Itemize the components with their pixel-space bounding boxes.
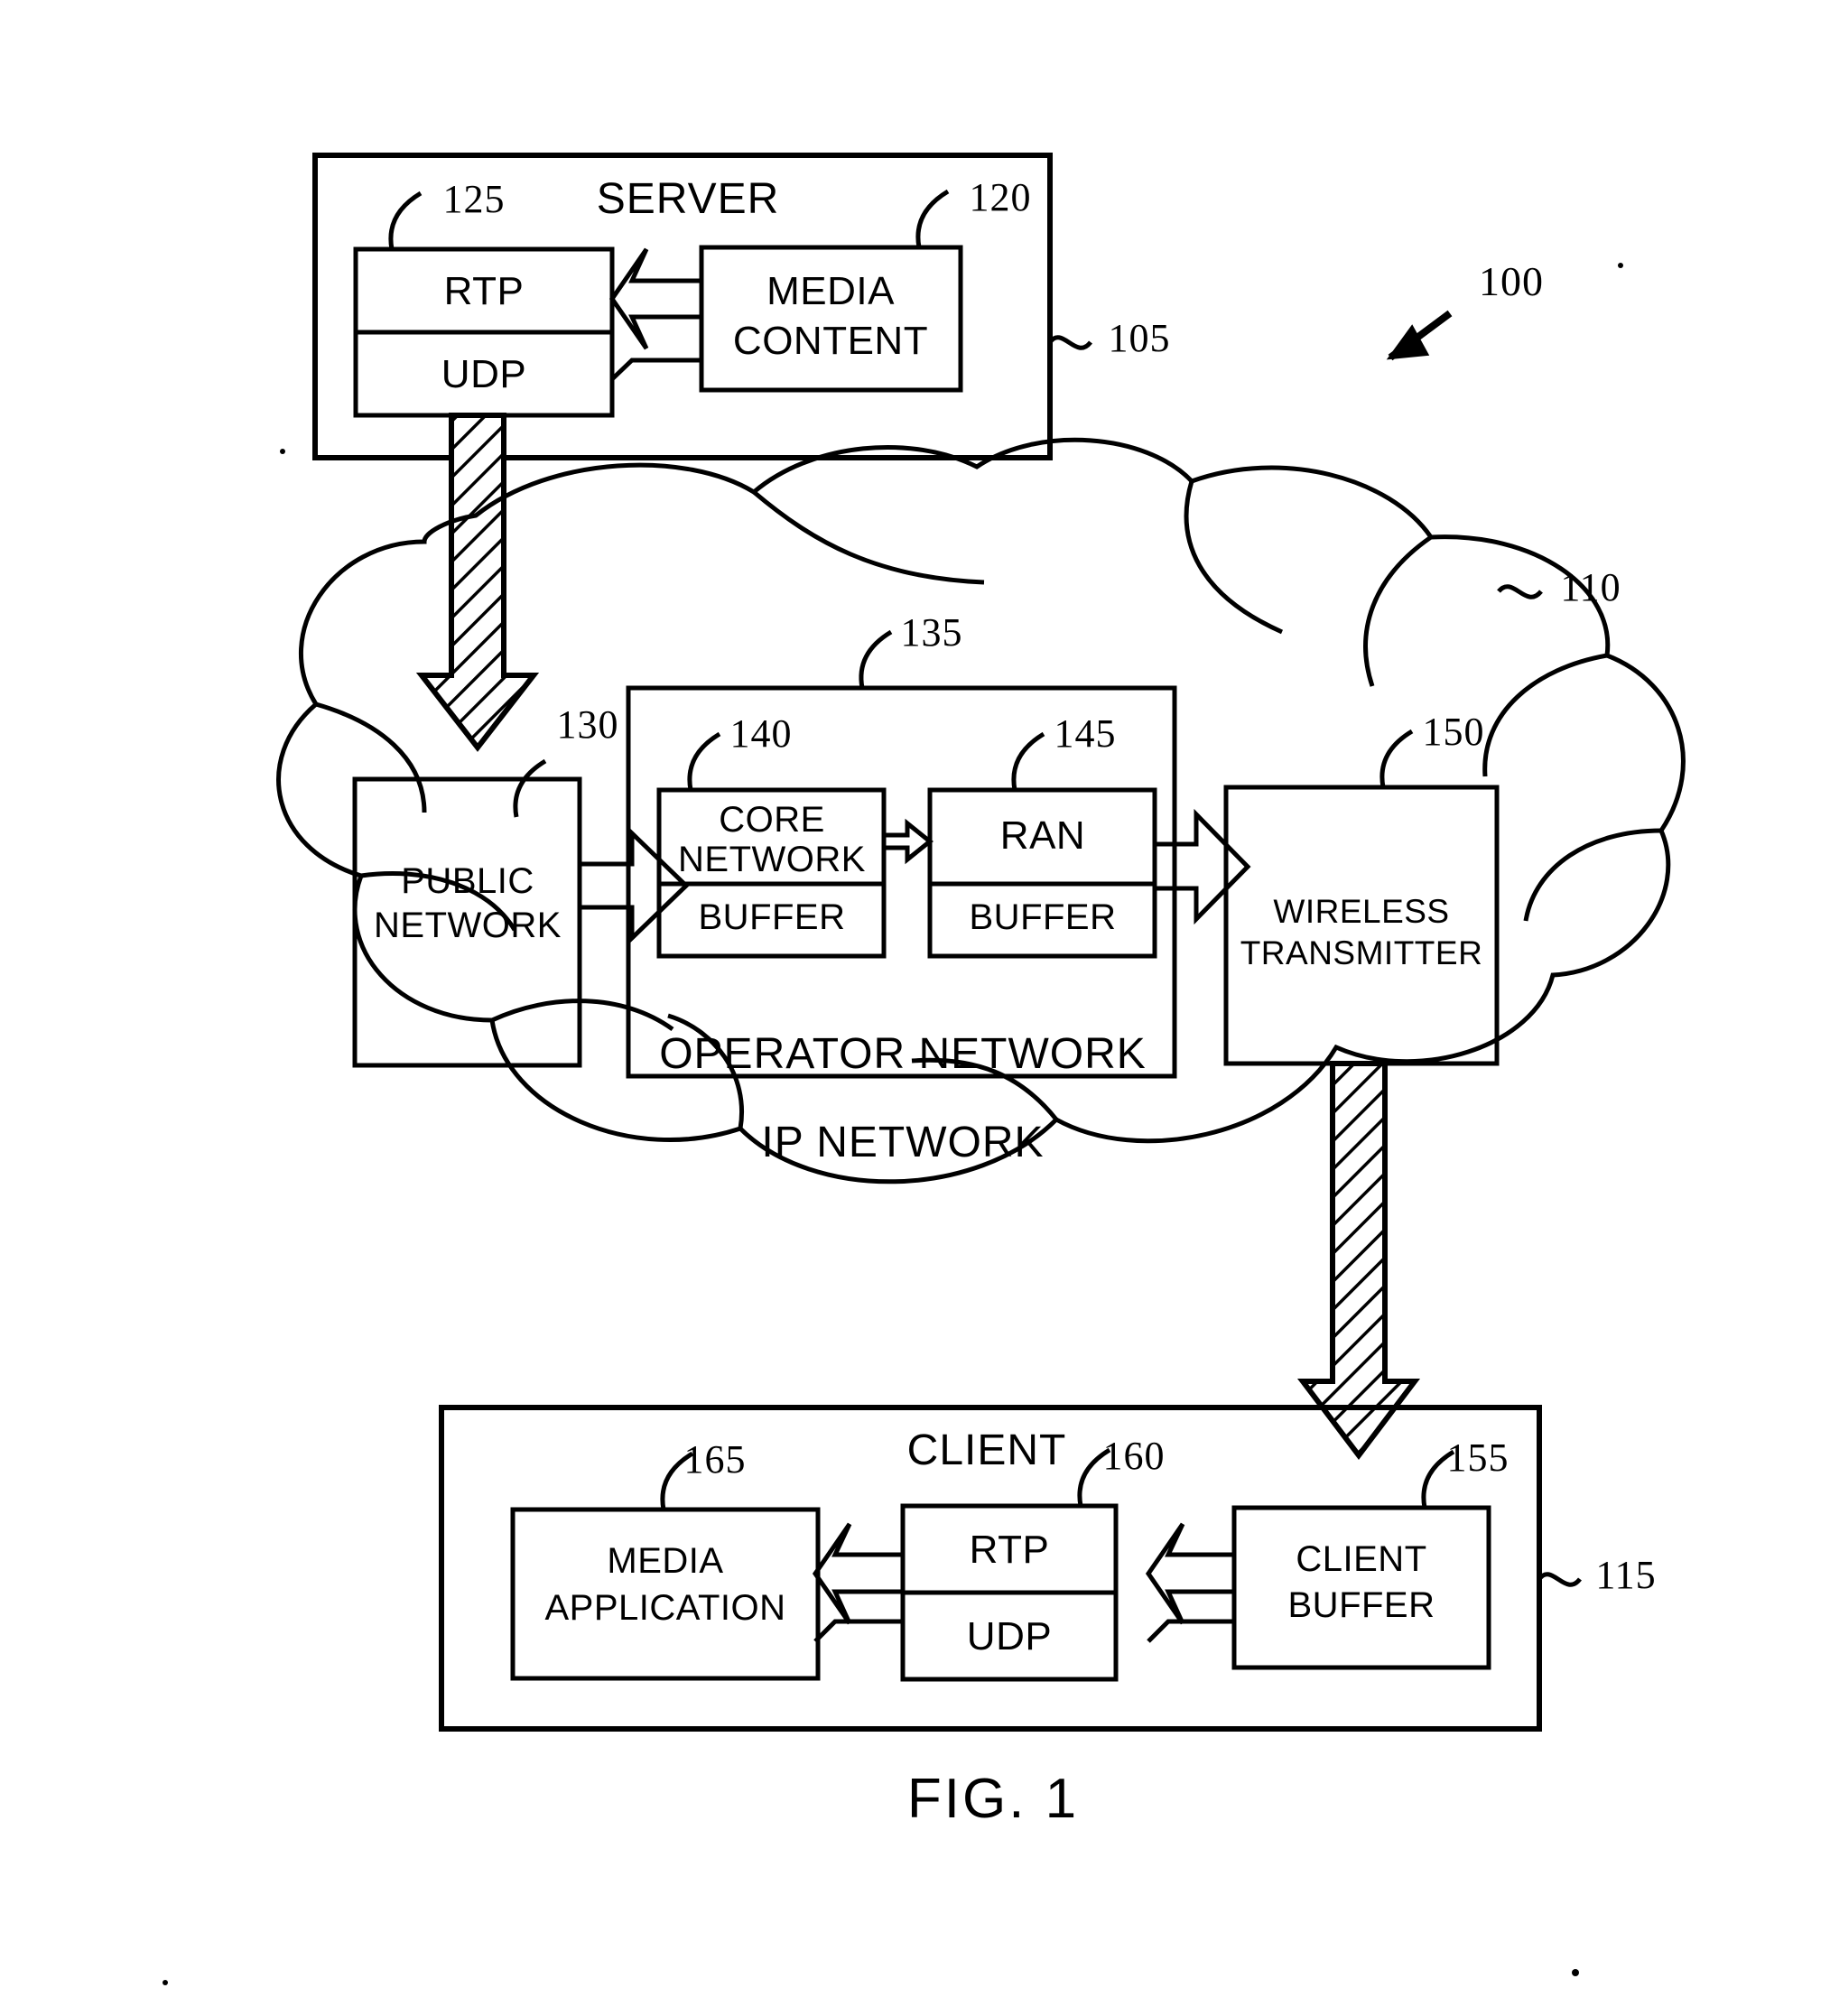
leader-130 xyxy=(513,758,547,818)
ref-120: 120 xyxy=(969,175,1032,219)
leader-145 xyxy=(1011,731,1045,791)
ref-145: 145 xyxy=(1054,711,1117,756)
client-rtp-to-mediaapp-connector xyxy=(812,1522,903,1625)
media-application-label-1: MEDIA xyxy=(607,1541,724,1581)
client-udp-to-mediaapp-connector xyxy=(813,1619,903,1643)
patent-figure: SERVER 125 120 105 RTP UDP MEDIA CONTENT… xyxy=(0,0,1830,2016)
media-application-label-2: APPLICATION xyxy=(544,1588,786,1628)
client-buffer-label-2: BUFFER xyxy=(1287,1585,1435,1625)
server-udp-label: UDP xyxy=(441,352,527,396)
leader-115 xyxy=(1537,1572,1582,1587)
leader-120 xyxy=(915,189,950,248)
server-to-public-network-hatched-arrow xyxy=(415,413,540,752)
client-udp-label: UDP xyxy=(966,1614,1053,1658)
leader-150 xyxy=(1379,729,1414,788)
client-rtp-label: RTP xyxy=(969,1528,1050,1572)
corenet-to-ran-connector xyxy=(884,818,934,865)
leader-140 xyxy=(687,731,721,791)
ref-110: 110 xyxy=(1560,565,1621,609)
server-mediacontent-to-udp-connector xyxy=(610,358,701,381)
ran-to-wirelesstx-connector xyxy=(1155,808,1251,925)
figure-caption: FIG. 1 xyxy=(906,1768,1080,1830)
ref-100: 100 xyxy=(1479,258,1544,304)
leader-135 xyxy=(859,629,893,689)
server-rtp-label: RTP xyxy=(443,269,525,313)
leader-105 xyxy=(1047,335,1092,350)
server-mediacontent-to-rtp-connector xyxy=(608,247,701,350)
ref-165: 165 xyxy=(683,1437,747,1482)
ran-label: RAN xyxy=(999,813,1086,858)
ran-buffer-label: BUFFER xyxy=(969,897,1117,937)
server-media-content-label-2: CONTENT xyxy=(732,319,929,363)
clientbuffer-to-udp-connector xyxy=(1147,1619,1234,1643)
server-title: SERVER xyxy=(596,175,780,223)
core-network-buffer-label: BUFFER xyxy=(698,897,846,937)
operator-network-label: OPERATOR NETWORK xyxy=(659,1030,1147,1078)
ip-network-label: IP NETWORK xyxy=(761,1119,1045,1166)
client-title: CLIENT xyxy=(906,1426,1067,1474)
wirelesstx-to-client-hatched-arrow xyxy=(1296,1061,1421,1460)
ref-140: 140 xyxy=(729,711,793,756)
public-network-label-1: PUBLIC xyxy=(401,861,534,901)
ref-105: 105 xyxy=(1108,316,1171,360)
ref-125: 125 xyxy=(442,177,506,221)
leader-125 xyxy=(388,190,423,250)
client-buffer-label-1: CLIENT xyxy=(1296,1539,1427,1579)
page-speck-4 xyxy=(163,1980,168,1985)
clientbuffer-to-rtp-connector xyxy=(1145,1522,1234,1625)
ref-160: 160 xyxy=(1102,1434,1166,1478)
leader-110 xyxy=(1497,584,1543,599)
core-network-label-1: CORE xyxy=(719,800,825,840)
wireless-transmitter-label-2: TRANSMITTER xyxy=(1240,934,1483,971)
figure-linework xyxy=(163,153,1686,1985)
ref-115: 115 xyxy=(1595,1553,1657,1597)
page-speck-2 xyxy=(1618,263,1623,268)
ref-130: 130 xyxy=(556,702,619,747)
ref-155: 155 xyxy=(1446,1435,1510,1480)
page-speck-3 xyxy=(1572,1969,1579,1976)
wireless-transmitter-label-1: WIRELESS xyxy=(1273,893,1450,930)
core-network-label-2: NETWORK xyxy=(678,840,866,879)
ref-150: 150 xyxy=(1422,710,1485,754)
ref-135: 135 xyxy=(900,610,963,655)
page-speck-1 xyxy=(280,449,285,454)
server-media-content-label-1: MEDIA xyxy=(766,269,895,313)
public-network-label-2: NETWORK xyxy=(374,906,562,945)
